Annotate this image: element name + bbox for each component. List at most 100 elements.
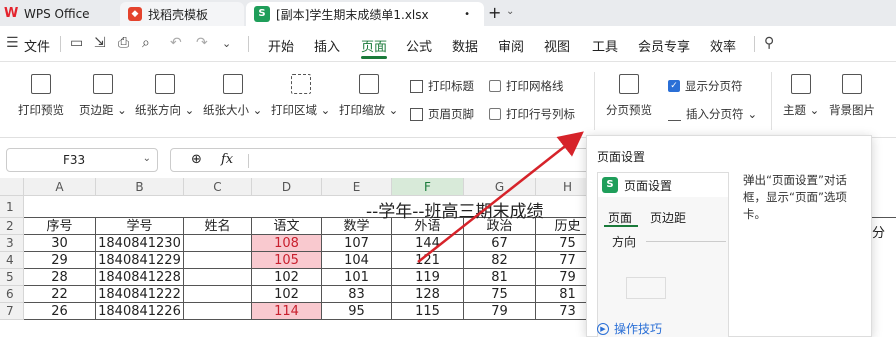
print-row-col-labels-checkbox[interactable]: 打印行号列标 <box>489 106 575 122</box>
tab-data[interactable]: 数据 <box>452 36 478 55</box>
wps-office-tab[interactable]: W WPS Office <box>4 2 114 26</box>
tab-page-layout[interactable]: 页面 <box>361 36 387 55</box>
row-header-2[interactable]: 2 <box>0 218 24 235</box>
table-cell[interactable]: 115 <box>392 303 464 320</box>
print-icon[interactable]: ⎙ <box>118 35 129 51</box>
table-cell[interactable]: 105 <box>252 252 322 269</box>
table-cell[interactable]: 22 <box>24 286 96 303</box>
table-cell[interactable]: 28 <box>24 269 96 286</box>
header-cell[interactable]: 政治 <box>464 218 536 235</box>
header-cell[interactable]: 外语 <box>392 218 464 235</box>
print-gridlines-checkbox[interactable]: 打印网格线 <box>489 78 564 94</box>
new-tab-button[interactable]: + <box>488 3 501 22</box>
table-cell[interactable] <box>184 286 252 303</box>
print-titles-button[interactable]: 打印标题 <box>410 78 474 94</box>
file-menu[interactable]: 文件 <box>24 36 50 55</box>
table-cell[interactable]: 67 <box>464 235 536 252</box>
row-header-5[interactable]: 5 <box>0 269 24 286</box>
row-header-7[interactable]: 7 <box>0 303 24 320</box>
export-icon[interactable]: ⇲ <box>94 35 106 51</box>
row-header-1[interactable]: 1 <box>0 196 24 218</box>
redo-icon[interactable]: ↷ <box>196 35 208 51</box>
hamburger-icon[interactable]: ☰ <box>6 35 19 51</box>
tab-view[interactable]: 视图 <box>544 36 570 55</box>
select-all-corner[interactable] <box>0 178 24 196</box>
table-cell[interactable]: 79 <box>464 303 536 320</box>
table-cell[interactable]: 83 <box>322 286 392 303</box>
fx-icon[interactable]: fx <box>221 152 233 167</box>
tab-insert[interactable]: 插入 <box>314 36 340 55</box>
print-preview-button[interactable]: 打印预览 <box>18 62 64 118</box>
column-header-f[interactable]: F <box>392 178 464 196</box>
page-break-preview-button[interactable]: 分页预览 <box>606 62 652 118</box>
tab-tools[interactable]: 工具 <box>592 36 618 55</box>
tab-efficiency[interactable]: 效率 <box>710 36 736 55</box>
zoom-icon[interactable]: ⊕ <box>191 152 202 167</box>
template-tab[interactable]: ◆ 找稻壳模板 <box>120 2 244 26</box>
column-header-c[interactable]: C <box>184 178 252 196</box>
name-box[interactable]: F33 ⌄ <box>6 148 158 172</box>
header-cell[interactable]: 语文 <box>252 218 322 235</box>
column-header-e[interactable]: E <box>322 178 392 196</box>
table-cell[interactable]: 121 <box>392 252 464 269</box>
table-cell[interactable] <box>184 303 252 320</box>
table-cell[interactable]: 119 <box>392 269 464 286</box>
paper-size-button[interactable]: 纸张大小 ⌄ <box>203 62 262 118</box>
print-area-button[interactable]: 打印区域 ⌄ <box>271 62 330 118</box>
table-cell[interactable]: 108 <box>252 235 322 252</box>
table-cell[interactable]: 30 <box>24 235 96 252</box>
header-cell[interactable]: 姓名 <box>184 218 252 235</box>
operation-tips-link[interactable]: ▶ 操作技巧 <box>597 320 662 337</box>
header-footer-button[interactable]: 页眉页脚 <box>410 106 474 122</box>
row-header-6[interactable]: 6 <box>0 286 24 303</box>
print-scale-button[interactable]: 打印缩放 ⌄ <box>339 62 398 118</box>
table-cell[interactable]: 114 <box>252 303 322 320</box>
chevron-down-icon[interactable]: ⌄ <box>506 6 514 17</box>
table-cell[interactable]: 104 <box>322 252 392 269</box>
table-cell[interactable]: 82 <box>464 252 536 269</box>
table-cell[interactable]: 26 <box>24 303 96 320</box>
column-header-a[interactable]: A <box>24 178 96 196</box>
header-cell[interactable]: 学号 <box>96 218 184 235</box>
print-preview-small-icon[interactable]: ⌕ <box>142 35 150 51</box>
column-header-b[interactable]: B <box>96 178 184 196</box>
background-image-button[interactable]: 背景图片 <box>829 62 875 118</box>
formula-input[interactable]: ⊕ fx <box>170 148 590 172</box>
table-cell[interactable]: 107 <box>322 235 392 252</box>
table-cell[interactable] <box>184 252 252 269</box>
undo-icon[interactable]: ↶ <box>170 35 182 51</box>
header-cell[interactable]: 序号 <box>24 218 96 235</box>
insert-page-break-button[interactable]: 插入分页符 ⌄ <box>668 106 757 122</box>
tab-home[interactable]: 开始 <box>268 36 294 55</box>
table-cell[interactable] <box>184 269 252 286</box>
theme-button[interactable]: 主题 ⌄ <box>783 62 819 118</box>
tab-formulas[interactable]: 公式 <box>406 36 432 55</box>
table-cell[interactable] <box>184 235 252 252</box>
row-header-3[interactable]: 3 <box>0 235 24 252</box>
chevron-down-icon[interactable]: ⌄ <box>143 153 151 164</box>
column-header-d[interactable]: D <box>252 178 322 196</box>
table-cell[interactable]: 101 <box>322 269 392 286</box>
table-cell[interactable]: 29 <box>24 252 96 269</box>
tab-member[interactable]: 会员专享 <box>638 36 690 55</box>
column-header-g[interactable]: G <box>464 178 536 196</box>
document-tab[interactable]: S [副本]学生期末成绩单1.xlsx • <box>246 2 484 26</box>
table-cell[interactable]: 128 <box>392 286 464 303</box>
table-cell[interactable]: 1840841230 <box>96 235 184 252</box>
save-icon[interactable]: ▭ <box>70 35 83 51</box>
row-header-4[interactable]: 4 <box>0 252 24 269</box>
table-cell[interactable]: 95 <box>322 303 392 320</box>
table-cell[interactable]: 102 <box>252 269 322 286</box>
table-cell[interactable]: 1840841228 <box>96 269 184 286</box>
show-page-breaks-checkbox[interactable]: ✓ 显示分页符 <box>668 78 743 94</box>
table-cell[interactable]: 1840841226 <box>96 303 184 320</box>
table-cell[interactable]: 75 <box>464 286 536 303</box>
tab-review[interactable]: 审阅 <box>498 36 524 55</box>
orientation-button[interactable]: 纸张方向 ⌄ <box>135 62 194 118</box>
table-cell[interactable]: 1840841229 <box>96 252 184 269</box>
table-cell[interactable]: 144 <box>392 235 464 252</box>
table-cell[interactable]: 102 <box>252 286 322 303</box>
margins-button[interactable]: 页边距 ⌄ <box>79 62 127 118</box>
chevron-down-icon[interactable]: ⌄ <box>222 37 231 50</box>
header-cell[interactable]: 数学 <box>322 218 392 235</box>
